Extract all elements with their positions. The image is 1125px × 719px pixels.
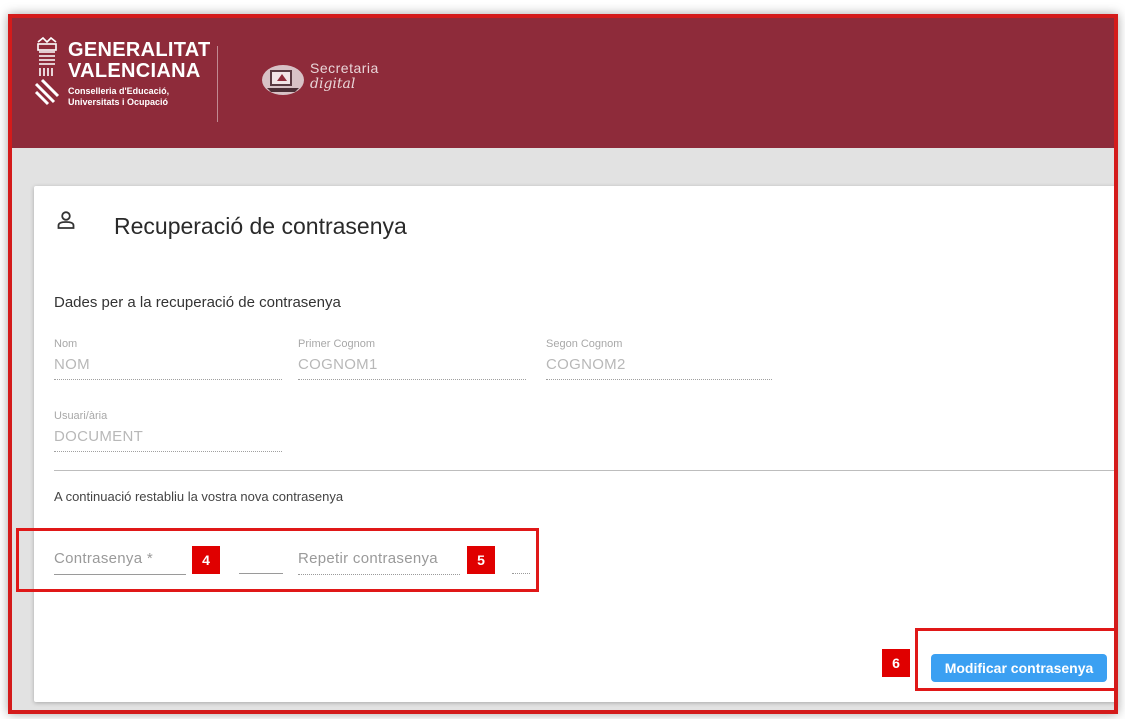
org-subtitle-line1: Conselleria d'Educació, bbox=[68, 86, 170, 96]
app-header: GENERALITAT VALENCIANA Conselleria d'Edu… bbox=[12, 18, 1114, 148]
usuari-label: Usuari/ària bbox=[54, 410, 108, 422]
primer-cognom-field: Primer Cognom COGNOM1 bbox=[298, 338, 526, 380]
section-title: Dades per a la recuperació de contraseny… bbox=[54, 294, 341, 311]
usuari-field: Usuari/ària DOCUMENT bbox=[54, 410, 282, 452]
nom-underline bbox=[54, 379, 282, 380]
org-subtitle: Conselleria d'Educació, Universitats i O… bbox=[68, 86, 169, 108]
secretaria-digital-logo-icon bbox=[262, 65, 304, 95]
app-name-line1: Secretaria bbox=[310, 60, 379, 76]
password-recovery-card: Recuperació de contrasenya Dades per a l… bbox=[16, 186, 1114, 702]
app-name-line2: digital bbox=[310, 76, 356, 92]
usuari-underline bbox=[54, 451, 282, 452]
nom-value: NOM bbox=[54, 356, 90, 373]
org-name: GENERALITAT VALENCIANA bbox=[68, 40, 211, 82]
page-title: Recuperació de contrasenya bbox=[114, 213, 407, 239]
nom-field: Nom NOM bbox=[54, 338, 282, 380]
primer-cognom-underline bbox=[298, 379, 526, 380]
org-name-line2: VALENCIANA bbox=[68, 60, 201, 82]
step-badge-5: 5 bbox=[467, 546, 495, 574]
primer-cognom-value: COGNOM1 bbox=[298, 356, 378, 373]
segon-cognom-label: Segon Cognom bbox=[546, 338, 623, 350]
header-divider bbox=[217, 46, 218, 122]
org-name-line1: GENERALITAT bbox=[68, 39, 211, 61]
org-subtitle-line2: Universitats i Ocupació bbox=[68, 97, 169, 107]
usuari-value: DOCUMENT bbox=[54, 428, 144, 445]
instruction-text: A continuació restabliu la vostra nova c… bbox=[54, 489, 344, 504]
segon-cognom-underline bbox=[546, 379, 772, 380]
step-badge-4: 4 bbox=[192, 546, 220, 574]
modify-password-button[interactable]: Modificar contrasenya bbox=[931, 654, 1107, 682]
password-fields-highlight bbox=[16, 528, 539, 592]
generalitat-crest-icon bbox=[34, 36, 60, 106]
segon-cognom-value: COGNOM2 bbox=[546, 356, 626, 373]
segon-cognom-field: Segon Cognom COGNOM2 bbox=[546, 338, 772, 380]
primer-cognom-label: Primer Cognom bbox=[298, 338, 376, 350]
user-icon bbox=[57, 211, 75, 229]
step-badge-6: 6 bbox=[882, 649, 910, 677]
nom-label: Nom bbox=[54, 338, 78, 350]
section-divider bbox=[54, 470, 1114, 471]
app-window: GENERALITAT VALENCIANA Conselleria d'Edu… bbox=[8, 14, 1118, 714]
